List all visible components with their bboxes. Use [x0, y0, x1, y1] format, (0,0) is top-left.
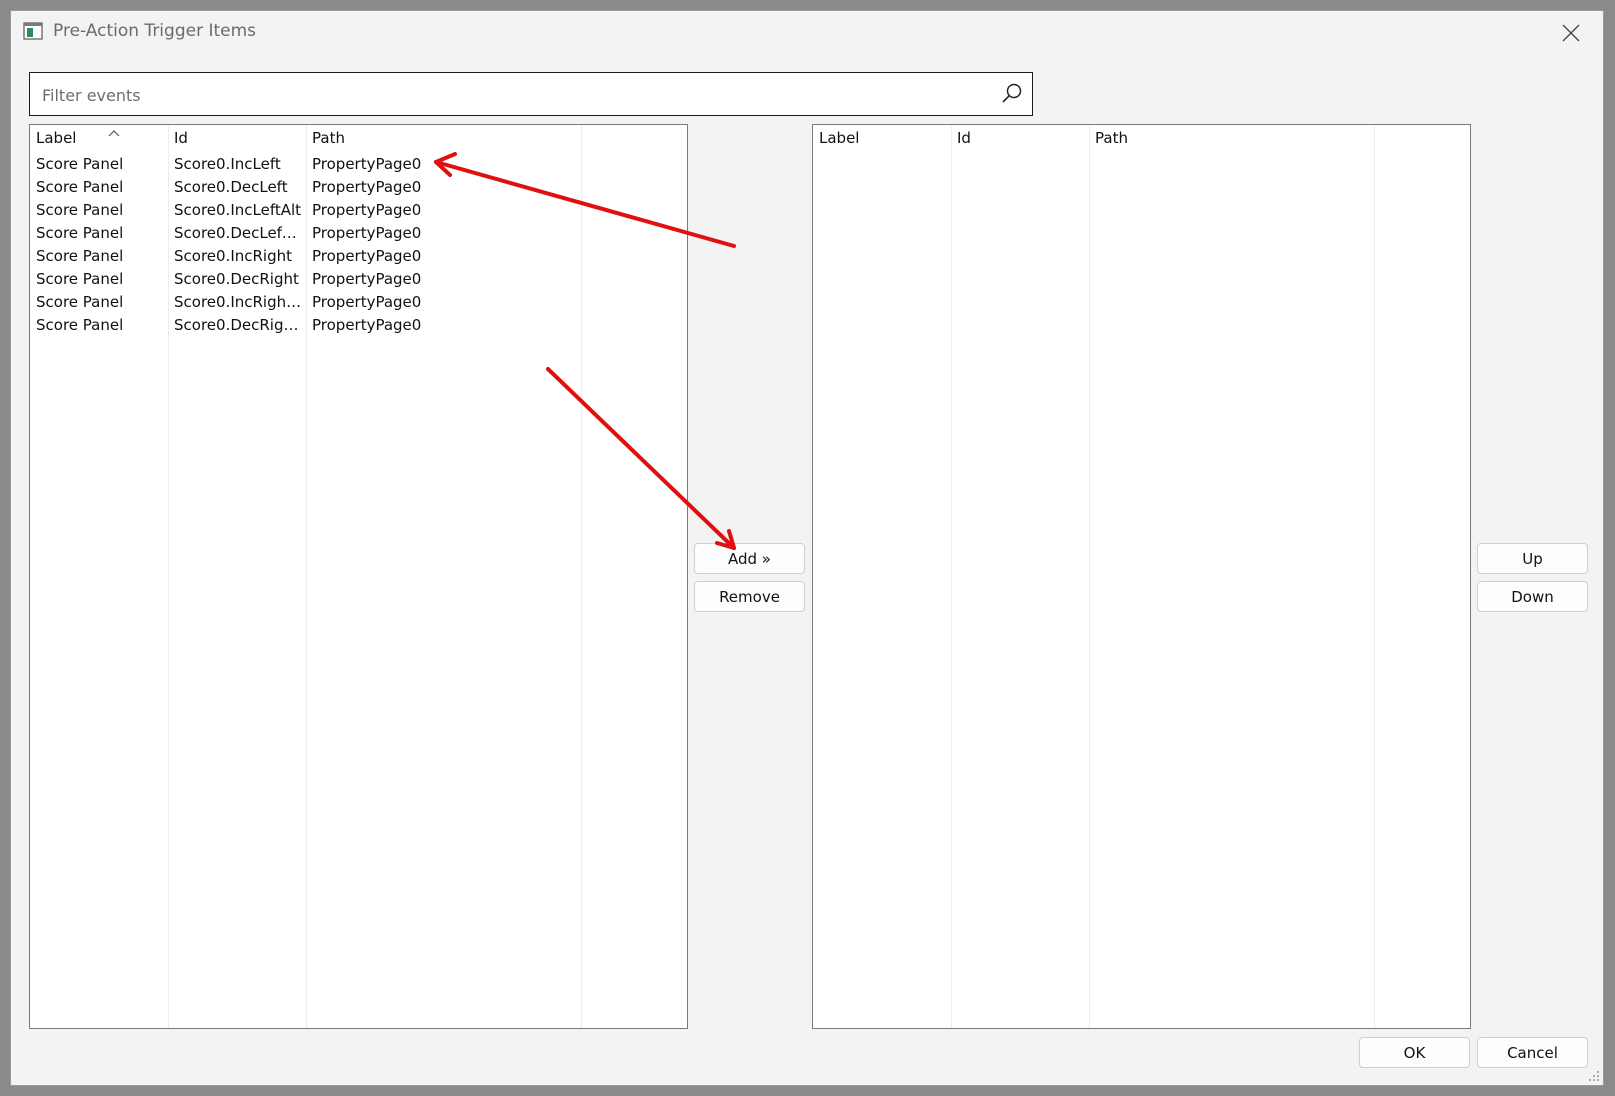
- column-header-path-text: Path: [312, 129, 345, 147]
- cell-path: PropertyPage0: [312, 155, 422, 173]
- cell-label: Score Panel: [36, 270, 124, 288]
- column-header-label[interactable]: Label: [36, 129, 166, 151]
- cell-path: PropertyPage0: [312, 178, 422, 196]
- cell-path: PropertyPage0: [312, 270, 422, 288]
- cell-id: Score0.IncRight...: [174, 293, 302, 311]
- cell-path: PropertyPage0: [312, 224, 422, 242]
- table-row[interactable]: Score Panel Score0.IncRight PropertyPage…: [30, 244, 687, 267]
- cell-label: Score Panel: [36, 178, 124, 196]
- cell-id: Score0.DecRigh...: [174, 316, 302, 334]
- cell-label: Score Panel: [36, 247, 124, 265]
- cell-id: Score0.DecLeft: [174, 178, 288, 196]
- cell-label: Score Panel: [36, 293, 124, 311]
- search-icon[interactable]: [1000, 82, 1024, 106]
- cancel-button[interactable]: Cancel: [1477, 1037, 1588, 1068]
- column-divider: [1374, 125, 1375, 1028]
- table-row[interactable]: Score Panel Score0.DecRigh... PropertyPa…: [30, 313, 687, 336]
- selected-events-list[interactable]: Label Id Path: [812, 124, 1471, 1029]
- add-button[interactable]: Add »: [694, 543, 805, 574]
- remove-button[interactable]: Remove: [694, 581, 805, 612]
- cell-label: Score Panel: [36, 155, 124, 173]
- window-title: Pre-Action Trigger Items: [53, 21, 257, 41]
- ok-button[interactable]: OK: [1359, 1037, 1470, 1068]
- table-row[interactable]: Score Panel Score0.IncLeftAlt PropertyPa…: [30, 198, 687, 221]
- column-header-label[interactable]: Label: [819, 129, 949, 151]
- column-divider: [951, 125, 952, 1028]
- column-header-id[interactable]: Id: [957, 129, 1087, 151]
- cell-path: PropertyPage0: [312, 201, 422, 219]
- cell-id: Score0.IncLeft: [174, 155, 281, 173]
- column-divider: [1089, 125, 1090, 1028]
- table-row[interactable]: Score Panel Score0.DecLeft PropertyPage0: [30, 175, 687, 198]
- filter-input[interactable]: [40, 73, 974, 117]
- title-bar: Pre-Action Trigger Items: [11, 11, 1603, 55]
- app-icon: [23, 22, 43, 40]
- up-button[interactable]: Up: [1477, 543, 1588, 574]
- column-header-path[interactable]: Path: [312, 129, 572, 151]
- column-header-label-text: Label: [36, 129, 77, 147]
- column-header-id-text: Id: [174, 129, 188, 147]
- table-row[interactable]: Score Panel Score0.IncRight... PropertyP…: [30, 290, 687, 313]
- filter-box: [29, 72, 1033, 117]
- cell-path: PropertyPage0: [312, 293, 422, 311]
- column-header-id[interactable]: Id: [174, 129, 304, 151]
- table-row[interactable]: Score Panel Score0.DecRight PropertyPage…: [30, 267, 687, 290]
- cell-path: PropertyPage0: [312, 316, 422, 334]
- cell-id: Score0.IncLeftAlt: [174, 201, 302, 219]
- cell-path: PropertyPage0: [312, 247, 422, 265]
- cell-id: Score0.IncRight: [174, 247, 293, 265]
- close-button[interactable]: [1549, 15, 1593, 51]
- cell-label: Score Panel: [36, 201, 124, 219]
- resize-grip-icon[interactable]: [1588, 1070, 1600, 1082]
- sort-ascending-icon: [108, 130, 120, 137]
- table-row[interactable]: Score Panel Score0.DecLeftAlt PropertyPa…: [30, 221, 687, 244]
- down-button[interactable]: Down: [1477, 581, 1588, 612]
- dialog-window: Pre-Action Trigger Items Label Id Path: [10, 10, 1604, 1086]
- table-row[interactable]: Score Panel Score0.IncLeft PropertyPage0: [30, 152, 687, 175]
- cell-id: Score0.DecLeftAlt: [174, 224, 302, 242]
- cell-label: Score Panel: [36, 224, 124, 242]
- close-icon: [1562, 24, 1580, 42]
- column-header-path[interactable]: Path: [1095, 129, 1355, 151]
- cell-id: Score0.DecRight: [174, 270, 299, 288]
- cell-label: Score Panel: [36, 316, 124, 334]
- available-events-list[interactable]: Label Id Path Score Panel Score0.IncLeft…: [29, 124, 688, 1029]
